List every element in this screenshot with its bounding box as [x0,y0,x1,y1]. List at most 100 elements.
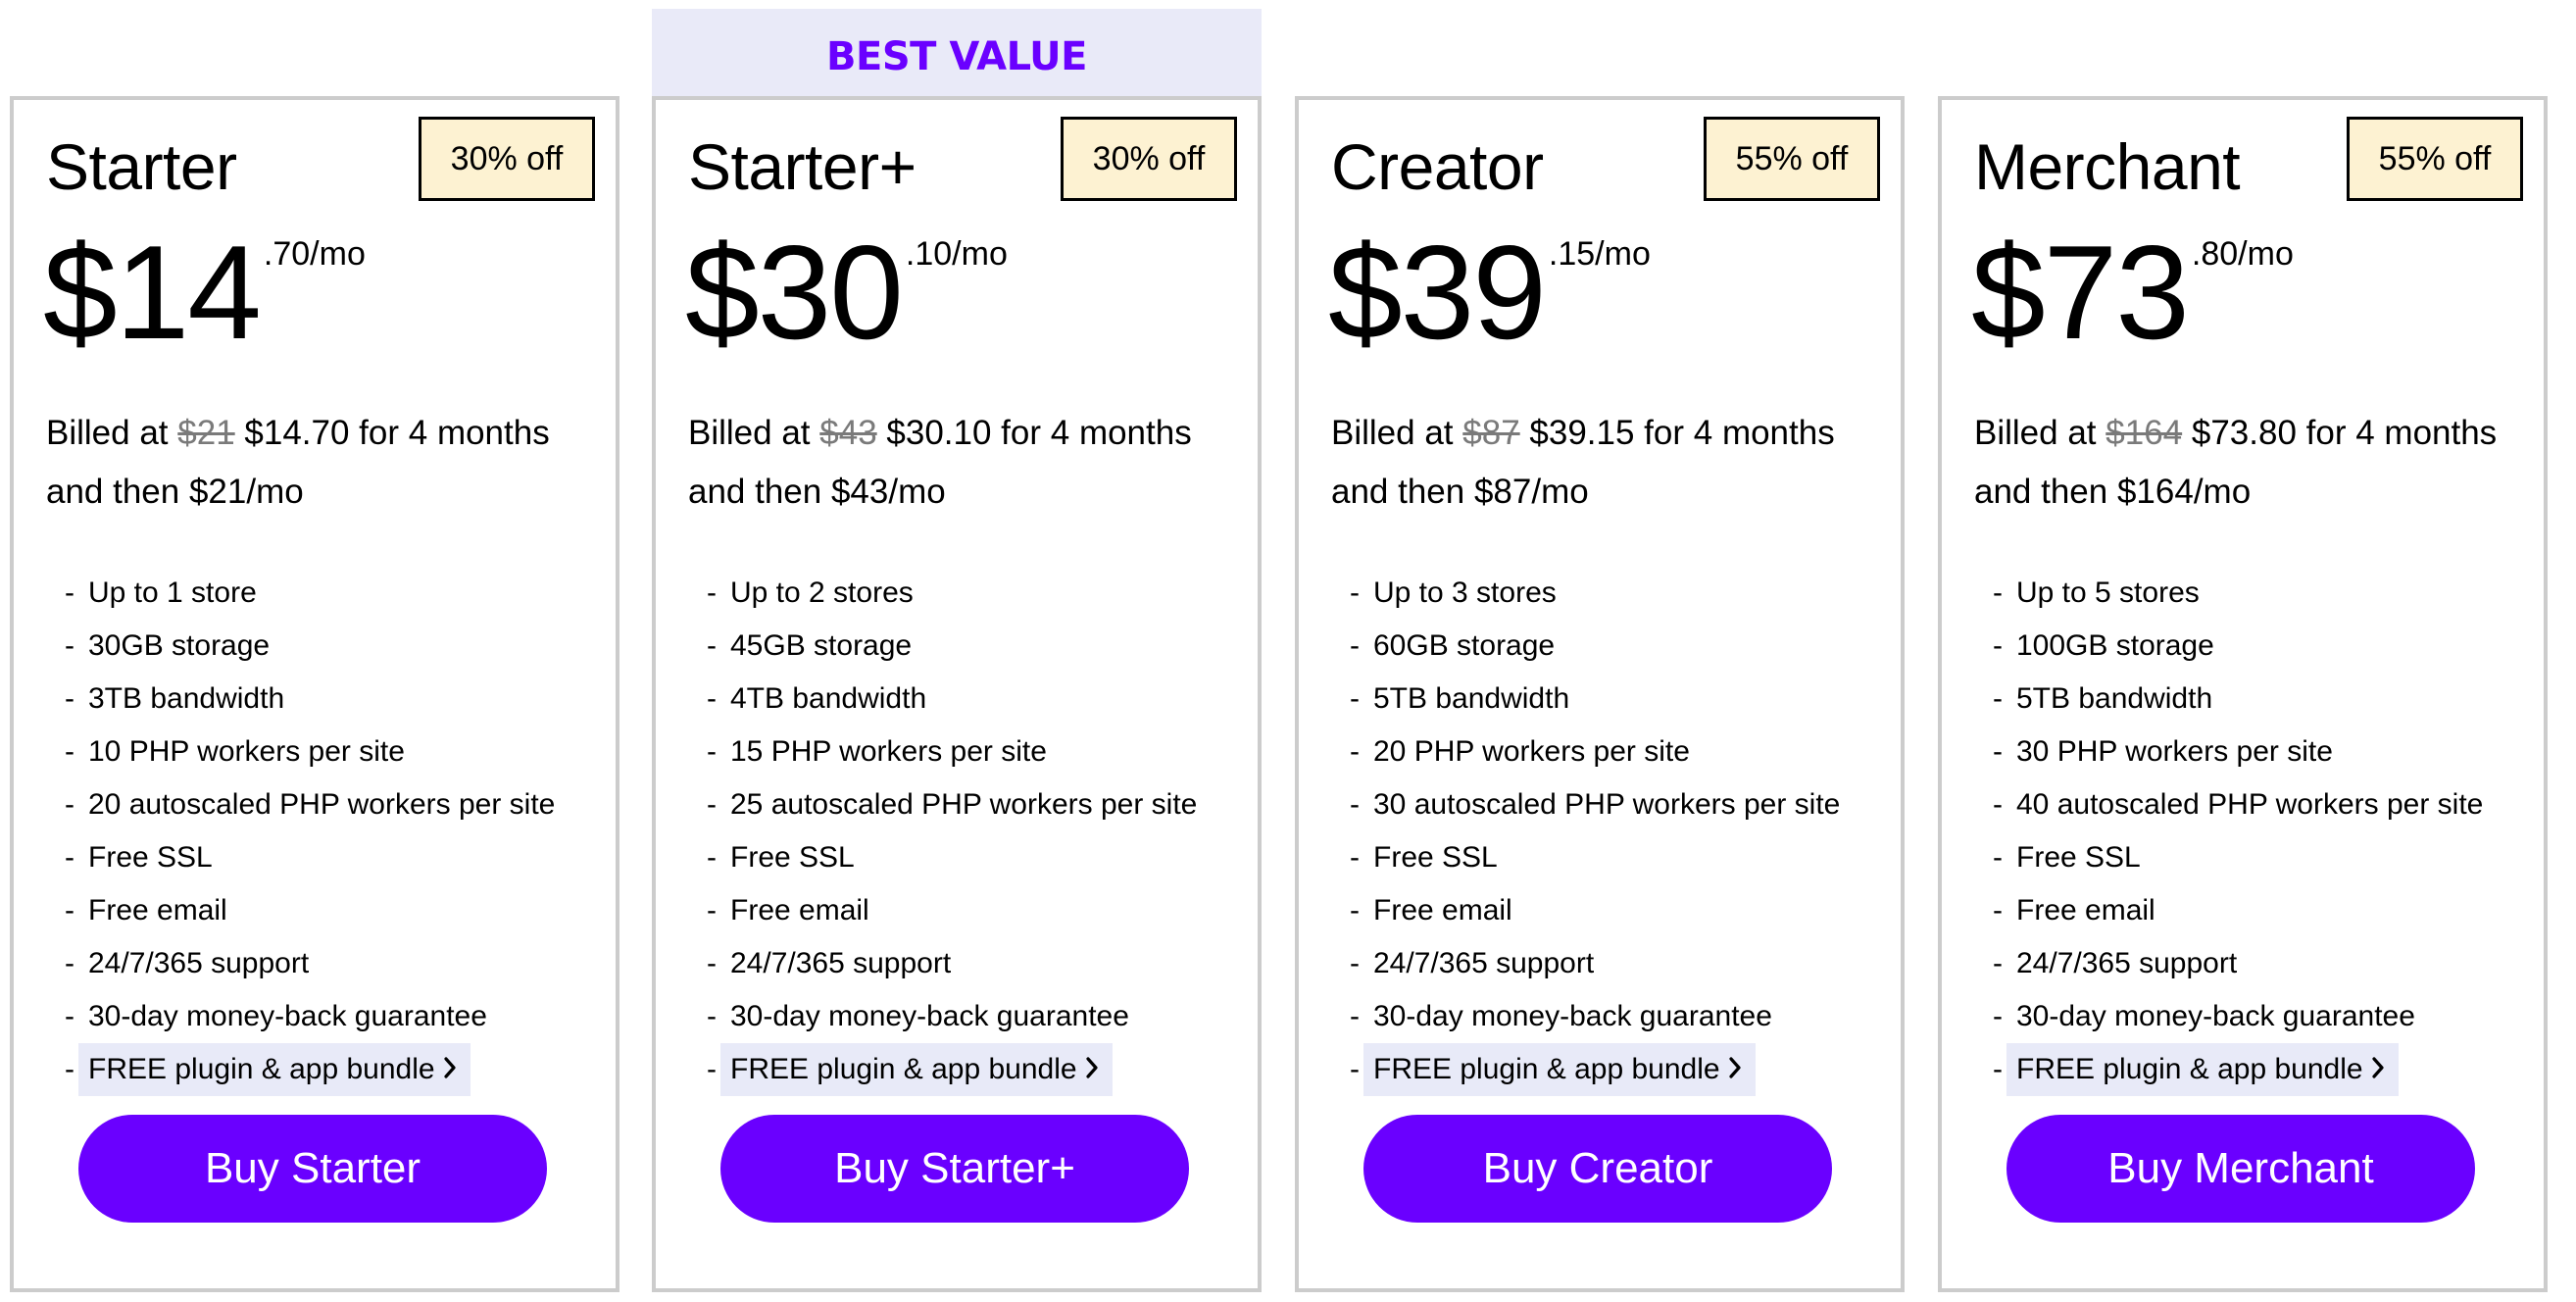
bullet-dash: - [707,1000,717,1032]
billing-info: Billed at $164 $73.80 for 4 months and t… [1974,404,2523,522]
feature-text: Free email [88,894,227,926]
feature-item: -30 autoscaled PHP workers per site [1350,778,1840,831]
renewal-billing: and then $21/mo [46,473,304,511]
buy-button[interactable]: Buy Merchant [2006,1115,2475,1223]
feature-list: - Up to 1 store -30GB storage -3TB bandwidt… [65,567,555,1096]
bundle-item: - FREE plugin & app bundle [1993,1043,2483,1096]
feature-item: -100GB storage [1993,620,2483,673]
original-price: $43 [819,414,877,452]
best-value-label: BEST VALUE [826,33,1087,79]
bundle-link[interactable]: FREE plugin & app bundle [2006,1043,2399,1096]
bullet-dash: - [1350,894,1360,926]
feature-text: 24/7/365 support [730,947,952,979]
feature-item: -15 PHP workers per site [707,726,1197,778]
feature-item: -25 autoscaled PHP workers per site [707,778,1197,831]
feature-item: -20 PHP workers per site [1350,726,1840,778]
feature-item: -60GB storage [1350,620,1840,673]
plan-name: Starter+ [688,130,916,203]
bullet-dash: - [1993,1000,2003,1032]
discount-badge: 55% off [1704,117,1880,201]
bullet-dash: - [1993,894,2003,926]
plan-name: Merchant [1974,130,2241,203]
buy-button[interactable]: Buy Starter [78,1115,547,1223]
renewal-billing: and then $43/mo [688,473,946,511]
feature-text: 20 autoscaled PHP workers per site [88,788,556,821]
renewal-billing: and then $164/mo [1974,473,2252,511]
discount-label: 30% off [1092,139,1206,177]
feature-item: -20 autoscaled PHP workers per site [65,778,555,831]
feature-text: Free SSL [1373,841,1498,874]
chevron-right-icon [2371,1044,2385,1097]
bundle-link-label: FREE plugin & app bundle [2016,1053,2363,1085]
feature-item: -4TB bandwidth [707,673,1197,726]
bundle-link-label: FREE plugin & app bundle [730,1053,1077,1085]
buy-button[interactable]: Buy Creator [1363,1115,1832,1223]
billing-prefix: Billed at [688,414,811,452]
feature-item: -30GB storage [65,620,555,673]
feature-text: Free email [1373,894,1512,926]
feature-item: - Up to 3 stores [1350,567,1840,620]
feature-text: Up to 5 stores [2016,576,2200,609]
feature-text: Up to 3 stores [1373,576,1557,609]
feature-text: 40 autoscaled PHP workers per site [2016,788,2484,821]
bullet-dash: - [707,629,717,662]
bullet-dash: - [707,735,717,768]
price-cents-per-month: .15/mo [1548,235,1651,273]
feature-item: -5TB bandwidth [1993,673,2483,726]
bundle-link-label: FREE plugin & app bundle [88,1053,435,1085]
bullet-dash: - [1350,735,1360,768]
original-price: $164 [2105,414,2183,452]
bullet-dash: - [65,894,74,926]
feature-item: -40 autoscaled PHP workers per site [1993,778,2483,831]
discounted-billing: $14.70 for 4 months [244,414,550,452]
feature-text: Free SSL [2016,841,2141,874]
feature-list: - Up to 2 stores -45GB storage -4TB bandwid… [707,567,1197,1096]
feature-text: 30-day money-back guarantee [88,1000,487,1032]
bullet-dash: - [1350,576,1360,609]
bullet-dash: - [1350,1000,1360,1032]
feature-text: Free email [2016,894,2155,926]
feature-item: - Free SSL [65,831,555,884]
bullet-dash: - [65,629,74,662]
bundle-link-label: FREE plugin & app bundle [1373,1053,1720,1085]
buy-button[interactable]: Buy Starter+ [720,1115,1189,1223]
bullet-dash: - [1993,682,2003,715]
feature-item: -30-day money-back guarantee [707,990,1197,1043]
feature-item: -24/7/365 support [1993,937,2483,990]
discount-label: 30% off [450,139,564,177]
feature-text: 24/7/365 support [88,947,310,979]
bullet-dash: - [707,947,717,979]
billing-info: Billed at $43 $30.10 for 4 months and th… [688,404,1237,522]
billing-prefix: Billed at [46,414,169,452]
plan-card-starter-plus: Starter+ 30% off $30.10/mo Billed at $43… [652,96,1262,1292]
plan-price: $39.15/mo [1328,225,1651,359]
feature-item: -24/7/365 support [707,937,1197,990]
feature-item: -45GB storage [707,620,1197,673]
plan-name: Starter [46,130,237,203]
discounted-billing: $73.80 for 4 months [2191,414,2498,452]
bullet-dash: - [1993,947,2003,979]
bundle-link[interactable]: FREE plugin & app bundle [720,1043,1113,1096]
bullet-dash: - [707,576,717,609]
bundle-link[interactable]: FREE plugin & app bundle [1363,1043,1756,1096]
bundle-item: - FREE plugin & app bundle [65,1043,555,1096]
feature-list: - Up to 5 stores -100GB storage -5TB bandwi… [1993,567,2483,1096]
bundle-link[interactable]: FREE plugin & app bundle [78,1043,471,1096]
bullet-dash: - [1993,841,2003,874]
feature-item: - Free email [707,884,1197,937]
bullet-dash: - [1350,788,1360,821]
feature-text: 10 PHP workers per site [88,735,405,768]
feature-text: 5TB bandwidth [1373,682,1570,715]
feature-item: - Free SSL [1993,831,2483,884]
bullet-dash: - [65,735,74,768]
feature-item: -30-day money-back guarantee [65,990,555,1043]
price-cents-per-month: .70/mo [263,235,366,273]
bullet-dash: - [65,1000,74,1032]
bullet-dash: - [1350,629,1360,662]
feature-text: 100GB storage [2016,629,2214,662]
bullet-dash: - [1993,788,2003,821]
billing-prefix: Billed at [1974,414,2097,452]
plan-card-merchant: Merchant 55% off $73.80/mo Billed at $16… [1938,96,2548,1292]
feature-item: -24/7/365 support [1350,937,1840,990]
feature-item: -3TB bandwidth [65,673,555,726]
